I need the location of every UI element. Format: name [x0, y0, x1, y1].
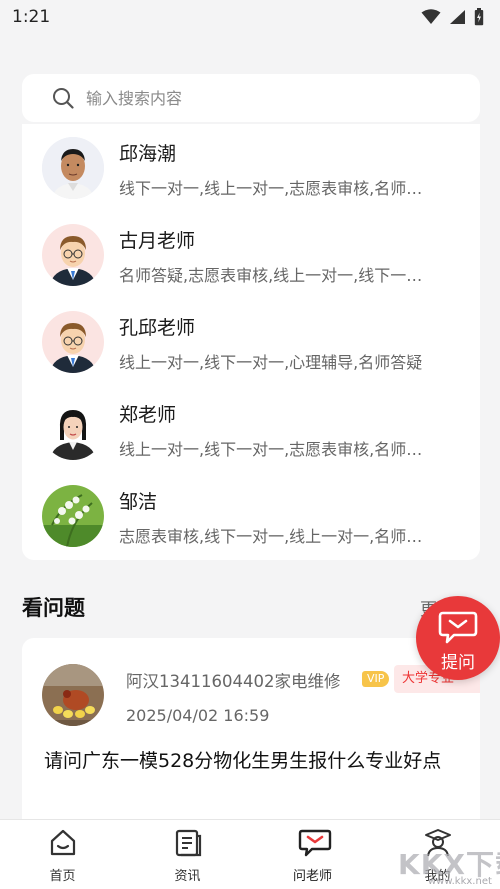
teacher-avatar [42, 224, 104, 286]
search-icon [53, 88, 74, 109]
teacher-name: 郑老师 [119, 404, 177, 426]
teacher-name: 古月老师 [119, 230, 196, 252]
vip-badge: VIP [362, 671, 390, 687]
news-icon [175, 829, 202, 857]
teacher-avatar [42, 137, 104, 199]
ask-button-label: 提问 [441, 653, 475, 673]
teacher-item[interactable]: 古月老师 名师答疑,志愿表审核,线上一对一,线下一… [22, 211, 480, 298]
teacher-item[interactable]: 郑老师 线上一对一,线下一对一,志愿表审核,名师… [22, 385, 480, 472]
battery-icon [474, 8, 484, 26]
teacher-tags: 志愿表审核,线下一对一,线上一对一,名师… [119, 527, 423, 546]
teacher-tags: 线上一对一,线下一对一,志愿表审核,名师… [119, 440, 423, 459]
wifi-icon [421, 9, 441, 24]
status-time: 1:21 [12, 7, 51, 27]
tab-ask-teacher[interactable]: 问老师 [250, 820, 375, 889]
signal-icon [450, 10, 465, 24]
teacher-item[interactable]: 孔邱老师 线上一对一,线下一对一,心理辅导,名师答疑 [22, 298, 480, 385]
teacher-name: 孔邱老师 [119, 317, 196, 339]
status-icons [421, 8, 484, 26]
teacher-tags: 线上一对一,线下一对一,心理辅导,名师答疑 [119, 353, 423, 372]
question-date: 2025/04/02 16:59 [126, 706, 270, 725]
section-title: 看问题 [22, 596, 85, 620]
search-bar[interactable] [22, 74, 480, 122]
teacher-name: 邹洁 [119, 491, 158, 513]
teacher-avatar [42, 311, 104, 373]
tab-home[interactable]: 首页 [0, 820, 125, 889]
teacher-tags: 名师答疑,志愿表审核,线上一对一,线下一… [119, 266, 423, 285]
teacher-item[interactable]: 邱海潮 线下一对一,线上一对一,志愿表审核,名师… [22, 124, 480, 211]
teacher-list: 邱海潮 线下一对一,线上一对一,志愿表审核,名师… 古月老师 名师答疑,志愿表审… [22, 124, 480, 560]
question-text: 请问广东一模528分物化生男生报什么专业好点 [44, 750, 442, 772]
user-avatar [42, 664, 104, 726]
home-icon [50, 829, 76, 856]
teacher-avatar [42, 485, 104, 547]
question-author: 阿汉13411604402家电维修 [126, 672, 341, 691]
status-bar: 1:21 [0, 0, 500, 34]
question-card[interactable]: 阿汉13411604402家电维修 VIP 大学专业 2025/04/02 16… [22, 638, 480, 838]
teacher-item[interactable]: 邹洁 志愿表审核,线下一对一,线上一对一,名师… [22, 472, 480, 559]
ask-teacher-icon [298, 829, 332, 857]
teacher-tags: 线下一对一,线上一对一,志愿表审核,名师… [119, 179, 423, 198]
tab-ask-teacher-label: 问老师 [292, 869, 332, 884]
chat-bubble-icon [438, 611, 478, 644]
teacher-avatar [42, 398, 104, 460]
tab-news-label: 资讯 [174, 869, 201, 884]
ask-button[interactable]: 提问 [416, 596, 500, 680]
search-input[interactable] [86, 88, 446, 108]
watermark-url: www.kkx.net [428, 876, 492, 887]
teacher-name: 邱海潮 [119, 143, 177, 165]
tab-news[interactable]: 资讯 [125, 820, 250, 889]
tab-home-label: 首页 [49, 869, 76, 884]
